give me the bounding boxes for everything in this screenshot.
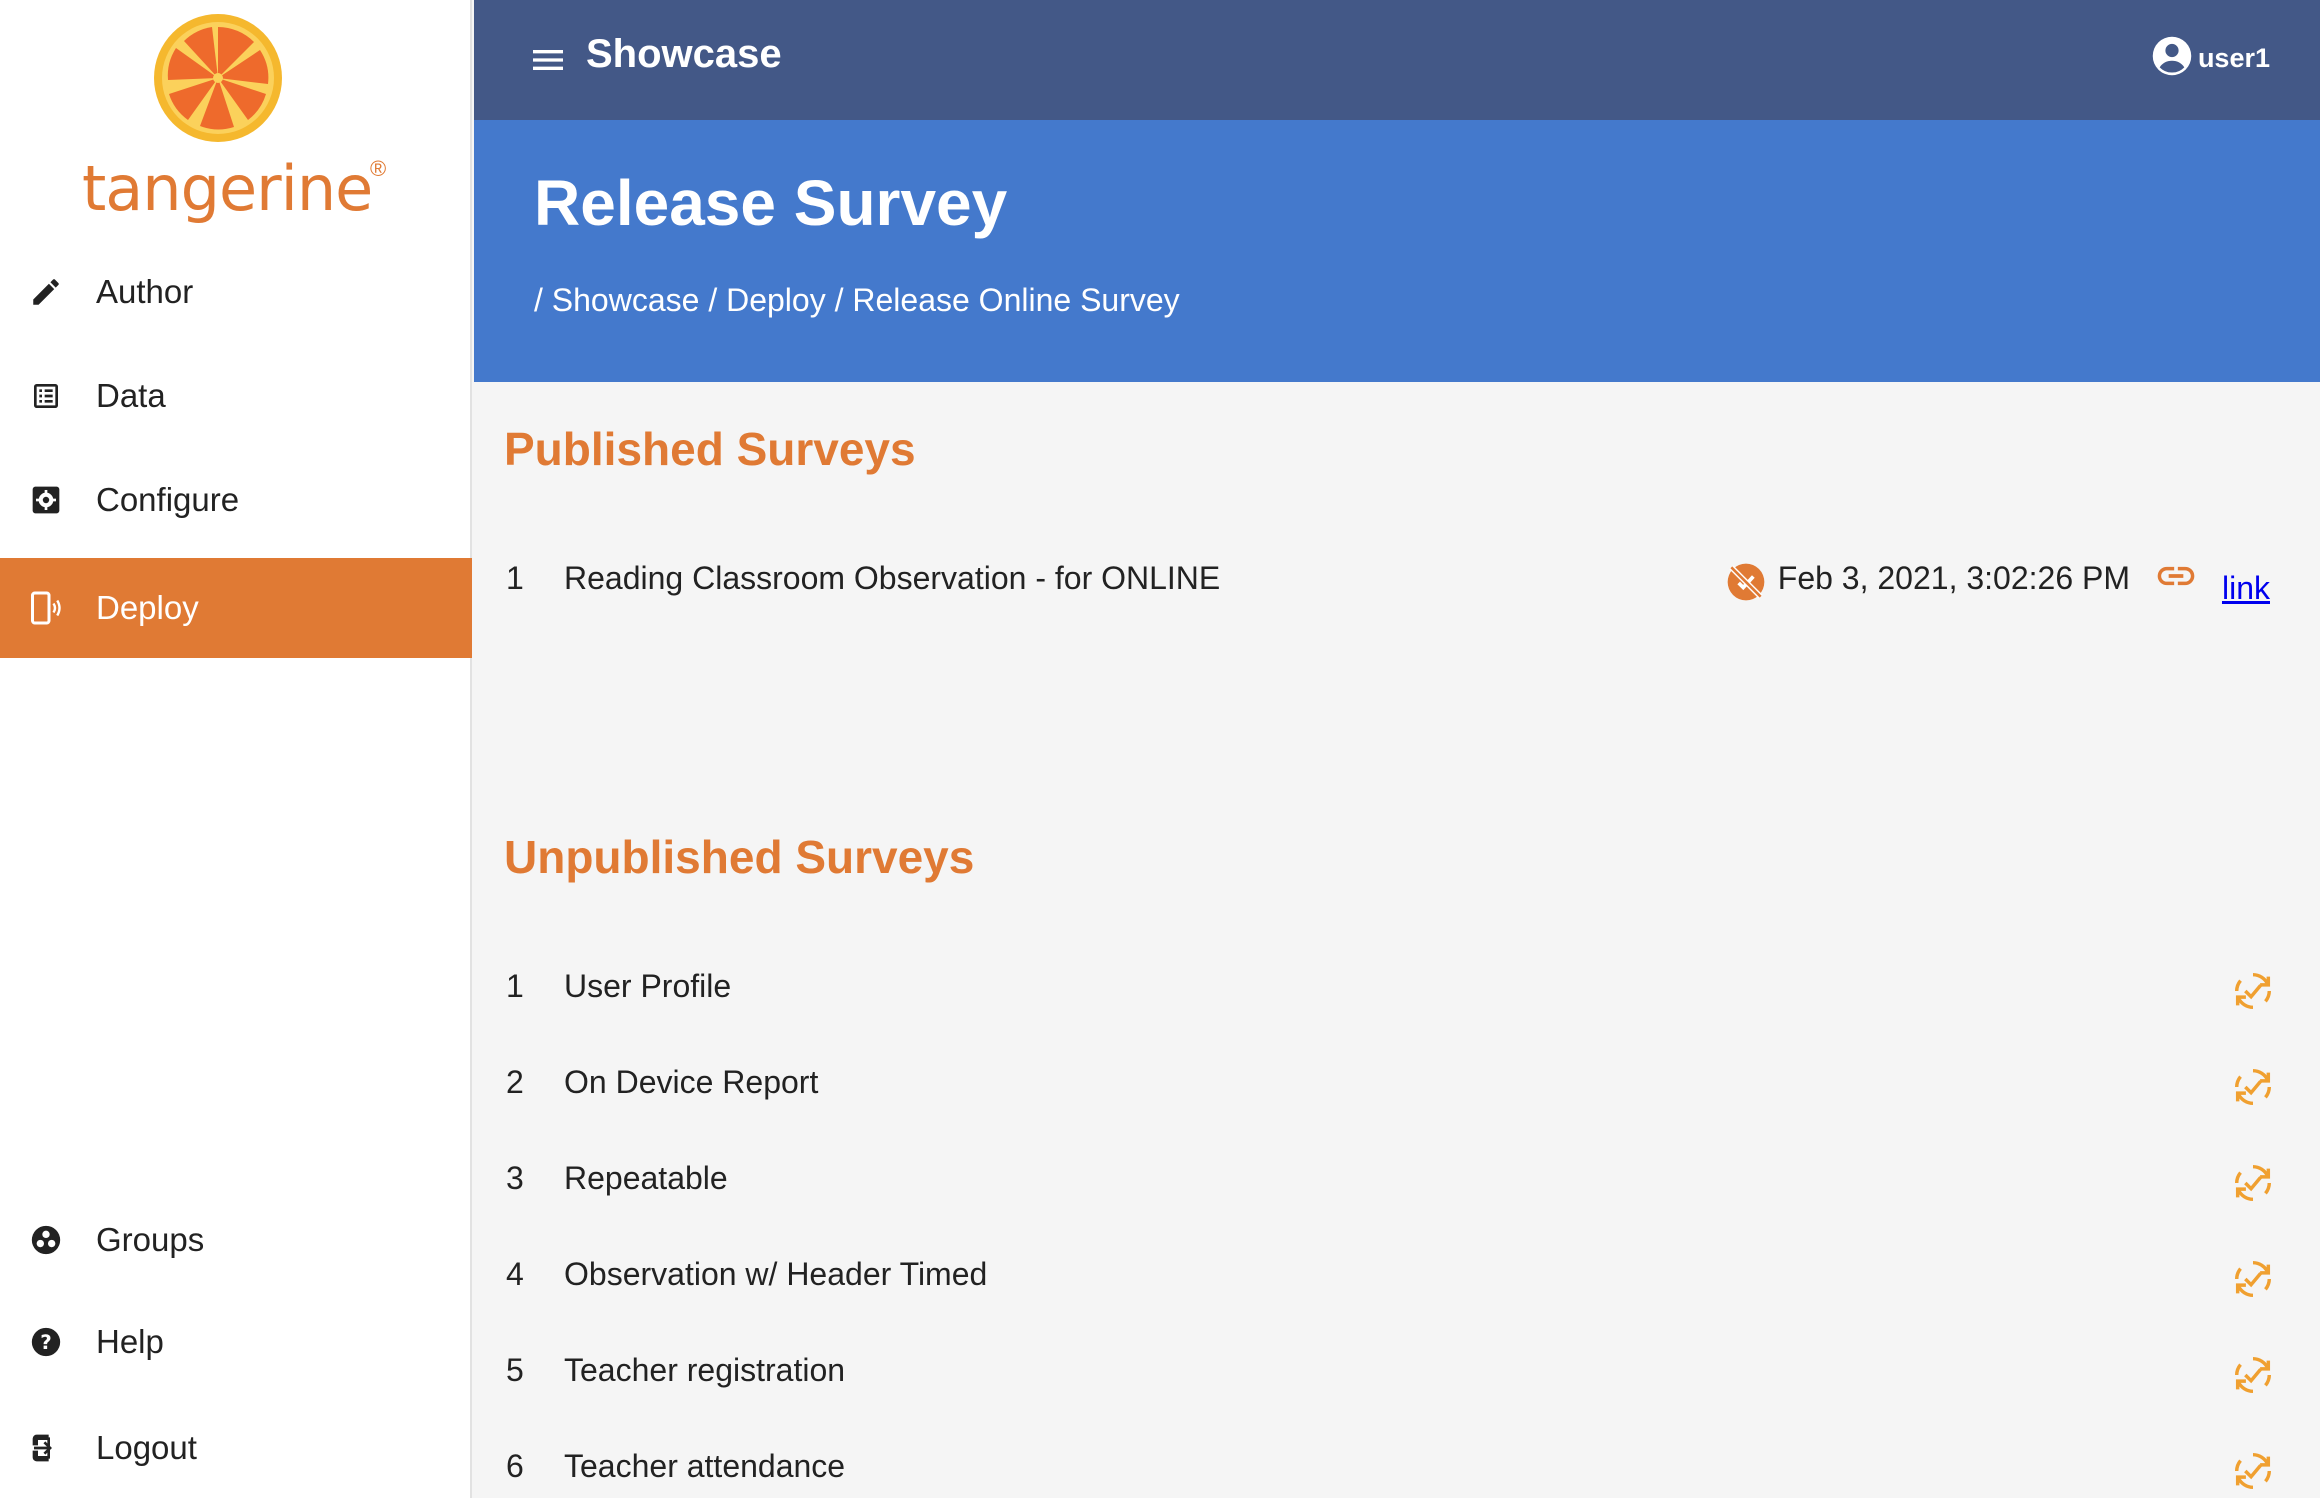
publish-sync-icon[interactable] [2230, 1352, 2278, 1400]
survey-name: Repeatable [564, 1160, 728, 1196]
sidebar-item-label: Help [96, 1323, 164, 1360]
sidebar-item-label: Author [96, 273, 194, 310]
publish-sync-icon[interactable] [2230, 1064, 2278, 1112]
unpublished-surveys-heading: Unpublished Surveys [504, 831, 975, 883]
username: user1 [2197, 42, 2270, 73]
survey-name: Observation w/ Header Timed [564, 1256, 988, 1292]
device-icon [28, 590, 64, 626]
svg-text:?: ? [40, 1331, 52, 1354]
row-number: 2 [506, 1064, 524, 1100]
breadcrumb-separator: / [708, 282, 718, 318]
breadcrumb-deploy[interactable]: Deploy [726, 282, 826, 319]
survey-name: User Profile [564, 968, 732, 1004]
chain-link-icon[interactable] [2154, 554, 2198, 598]
publish-sync-icon[interactable] [2230, 968, 2278, 1016]
sidebar-item-label: Configure [96, 481, 240, 518]
breadcrumb-current: Release Online Survey [852, 282, 1180, 318]
unpublish-icon[interactable] [1724, 560, 1772, 608]
row-number: 1 [506, 968, 524, 1004]
page-header-banner: Release Survey / Showcase / Deploy / Rel… [474, 120, 2320, 382]
row-number: 3 [506, 1160, 524, 1196]
survey-name: Teacher registration [564, 1352, 846, 1388]
published-survey-row: 1 Reading Classroom Observation - for ON… [474, 560, 2320, 620]
survey-link[interactable]: link [2222, 570, 2270, 607]
sidebar-item-label: Data [96, 377, 166, 414]
row-number: 4 [506, 1256, 524, 1292]
registered-mark: ® [370, 156, 387, 181]
pencil-icon [28, 274, 64, 310]
tangerine-logo[interactable]: tangerine ® [72, 14, 402, 225]
row-number: 1 [506, 560, 524, 596]
breadcrumb-separator: / [534, 282, 543, 318]
unpublished-survey-row: 1 User Profile [474, 968, 2320, 1028]
help-icon: ? [28, 1324, 64, 1360]
unpublished-survey-row: 6 Teacher attendance [474, 1448, 2320, 1498]
main-content: Published Surveys 1 Reading Classroom Ob… [474, 382, 2320, 1498]
published-date: Feb 3, 2021, 3:02:26 PM [1777, 560, 2130, 596]
unpublished-survey-row: 2 On Device Report [474, 1064, 2320, 1124]
sidebar-item-logout[interactable]: Logout [0, 1398, 472, 1498]
row-number: 6 [506, 1448, 524, 1484]
publish-sync-icon[interactable] [2230, 1160, 2278, 1208]
sidebar-item-author[interactable]: Author [0, 242, 472, 342]
survey-name: Reading Classroom Observation - for ONLI… [564, 560, 1221, 596]
sidebar-item-deploy[interactable]: Deploy [0, 558, 472, 658]
unpublished-survey-row: 3 Repeatable [474, 1160, 2320, 1220]
sidebar-item-groups[interactable]: Groups [0, 1190, 472, 1290]
top-app-bar: Showcase user1 [474, 0, 2320, 120]
tangerine-slice-logo-icon [154, 14, 282, 142]
sidebar-item-label: Deploy [96, 589, 199, 626]
sidebar-item-label: Groups [96, 1221, 205, 1258]
survey-name: Teacher attendance [564, 1448, 846, 1484]
groups-icon [28, 1222, 64, 1258]
publish-sync-icon[interactable] [2230, 1256, 2278, 1304]
sidebar-item-label: Logout [96, 1429, 197, 1466]
sidebar-item-help[interactable]: ? Help [0, 1292, 472, 1392]
sidebar: tangerine ® Author Data Configure Deploy… [0, 0, 472, 1498]
list-icon [28, 378, 64, 414]
logout-icon [28, 1430, 64, 1466]
published-surveys-heading: Published Surveys [504, 423, 916, 475]
survey-name: On Device Report [564, 1064, 819, 1100]
unpublished-survey-row: 4 Observation w/ Header Timed [474, 1256, 2320, 1316]
user-menu-button[interactable]: user1 [2150, 34, 2270, 82]
unpublished-survey-row: 5 Teacher registration [474, 1352, 2320, 1412]
app-root: tangerine ® Author Data Configure Deploy… [0, 0, 2320, 1498]
page-title: Release Survey [534, 167, 1008, 239]
breadcrumb-showcase[interactable]: Showcase [552, 282, 700, 319]
logo-wordmark: tangerine [82, 152, 373, 225]
gear-icon [28, 482, 64, 518]
sidebar-item-configure[interactable]: Configure [0, 450, 472, 550]
breadcrumb: / Showcase / Deploy / Release Online Sur… [534, 282, 1180, 319]
account-circle-icon [2150, 34, 2194, 83]
app-name: Showcase [586, 32, 782, 76]
publish-sync-icon[interactable] [2230, 1448, 2278, 1496]
sidebar-item-data[interactable]: Data [0, 346, 472, 446]
breadcrumb-separator: / [834, 282, 844, 318]
row-number: 5 [506, 1352, 524, 1388]
hamburger-menu-icon[interactable] [528, 40, 568, 80]
